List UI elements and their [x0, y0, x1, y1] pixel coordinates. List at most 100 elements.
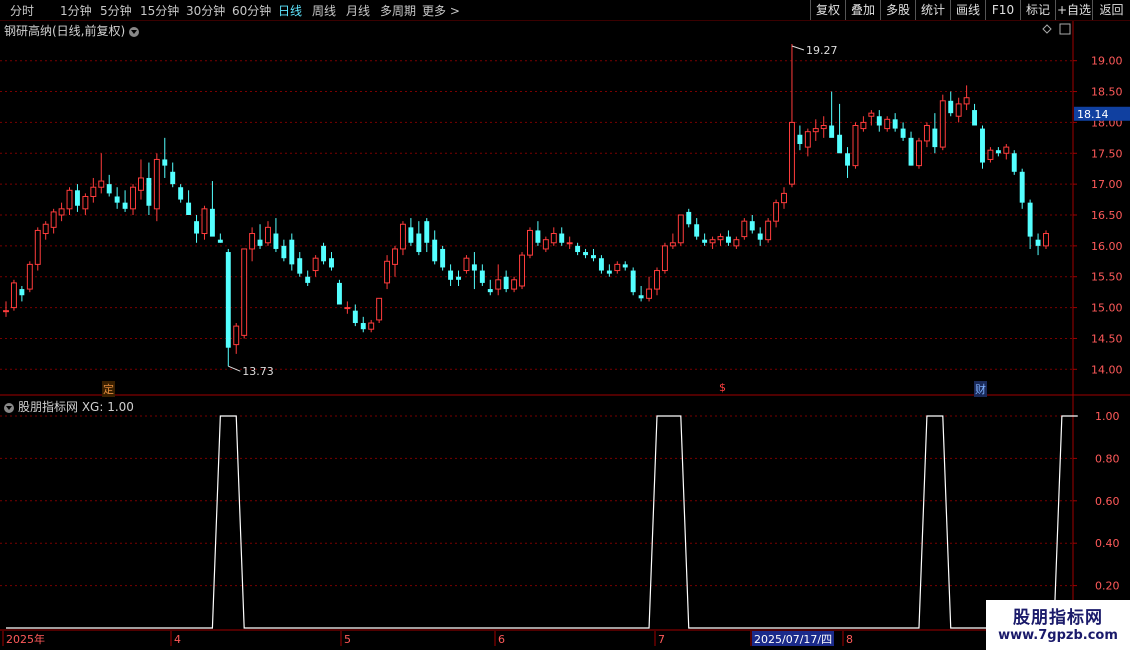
- candle-body-down: [281, 245, 287, 259]
- event-marker-text: 财: [975, 383, 986, 396]
- candle-body-down: [289, 239, 295, 265]
- candle-body-up: [376, 297, 383, 321]
- watermark-url: www.7gpzb.com: [998, 628, 1118, 643]
- candle-body-up: [26, 263, 33, 290]
- candle-body-down: [479, 270, 485, 283]
- candle-body-up: [868, 112, 875, 117]
- event-marker-ding[interactable]: 定: [102, 381, 115, 397]
- candle-body-down: [503, 276, 509, 290]
- candle-body-up: [241, 248, 248, 336]
- price-tick-label: 14.00: [1091, 363, 1123, 376]
- indicator-title: 股朋指标网 XG: 1.00: [4, 398, 134, 415]
- event-marker-dollar[interactable]: $: [718, 381, 727, 394]
- low-price-label: 13.73: [242, 365, 274, 378]
- candle-body-down: [876, 116, 882, 126]
- candle-body-down: [297, 258, 303, 274]
- chart-area: 19.0018.5018.0017.5017.0016.5016.0015.50…: [0, 21, 1130, 646]
- candle-body-down: [456, 276, 461, 280]
- candle-body-down: [122, 202, 128, 209]
- candle-body-down: [114, 196, 120, 203]
- candle-body-down: [19, 289, 25, 296]
- watermark-title: 股朋指标网: [1013, 608, 1103, 628]
- candle-body-down: [995, 150, 1001, 154]
- candle-body-up: [709, 239, 716, 244]
- candle-body-down: [106, 184, 112, 194]
- candle-body-down: [725, 236, 731, 243]
- candle-body-down: [178, 187, 184, 200]
- candle-body-up: [312, 257, 319, 272]
- price-tick-label: 17.00: [1091, 178, 1123, 191]
- candle-body-up: [677, 214, 684, 244]
- candle-body-down: [980, 128, 985, 163]
- candle-body-up: [923, 125, 930, 142]
- candle-body-down: [471, 264, 477, 271]
- candle-body-up: [884, 118, 891, 130]
- candle-body-up: [820, 125, 827, 130]
- price-tick-label: 15.50: [1091, 271, 1123, 284]
- candle-body-down: [837, 134, 843, 154]
- candle-body-down: [440, 248, 446, 268]
- candle-body-up: [3, 310, 9, 313]
- price-tick-label: 16.00: [1091, 240, 1123, 253]
- current-price-label: 18.14: [1077, 108, 1109, 121]
- candle-body-down: [305, 276, 311, 283]
- candle-body-up: [550, 233, 557, 244]
- candle-body-down: [217, 239, 223, 243]
- candle-body-up: [66, 189, 73, 210]
- price-tick-label: 19.00: [1091, 55, 1123, 68]
- candle-body-down: [170, 171, 176, 185]
- candle-body-down: [686, 211, 692, 225]
- time-axis-label: 2025/07/17/四: [754, 633, 832, 646]
- candle-body-up: [344, 307, 351, 310]
- candle-body-up: [1003, 146, 1010, 154]
- candle-body-up: [368, 322, 375, 330]
- candle-body-up: [939, 100, 946, 148]
- candle-body-up: [788, 121, 795, 185]
- candle-body-up: [34, 229, 41, 265]
- dropdown-icon[interactable]: [4, 402, 14, 413]
- indicator-tick-label: 0.80: [1095, 452, 1120, 465]
- candle-body-down: [932, 128, 938, 148]
- candle-body-up: [519, 254, 525, 287]
- indicator-tick-label: 1.00: [1095, 410, 1120, 423]
- candle-body-down: [559, 233, 565, 243]
- candle-body-down: [74, 190, 80, 206]
- candle-body-down: [694, 224, 700, 237]
- indicator-tick-label: 0.40: [1095, 537, 1120, 550]
- candle-body-down: [1019, 171, 1025, 203]
- candle-body-down: [630, 270, 636, 293]
- candle-body-up: [233, 325, 240, 346]
- candle-body-up: [765, 220, 772, 241]
- event-marker-cai[interactable]: 财: [974, 381, 987, 397]
- candle-body-down: [448, 270, 454, 280]
- candle-body-down: [432, 239, 438, 262]
- candle-body-up: [963, 97, 970, 105]
- candle-body-down: [892, 119, 898, 129]
- dropdown-icon[interactable]: [129, 26, 140, 37]
- candle-body-up: [463, 257, 470, 272]
- candle-body-up: [614, 263, 621, 272]
- candle-body-down: [972, 110, 978, 126]
- candle-body-down: [575, 245, 581, 253]
- time-axis-label: 6: [498, 633, 505, 646]
- candle-body-down: [186, 202, 192, 215]
- candle-body-up: [201, 208, 208, 235]
- candle-body-down: [416, 233, 422, 253]
- candle-body-up: [646, 288, 653, 299]
- candle-body-down: [900, 128, 906, 138]
- price-tick-label: 18.50: [1091, 86, 1123, 99]
- candle-body-down: [797, 134, 803, 145]
- candle-body-up: [804, 131, 811, 148]
- candle-body-up: [773, 202, 780, 222]
- stock-title-text: 钢研高纳(日线,前复权): [4, 24, 126, 38]
- indicator-title-text: 股朋指标网 XG: 1.00: [18, 400, 134, 414]
- event-marker-text: 定: [103, 383, 114, 396]
- candle-body-down: [757, 233, 763, 240]
- candle-body-up: [82, 195, 89, 210]
- panel-toggle-icon[interactable]: [1059, 23, 1071, 35]
- candle-body-down: [1011, 153, 1017, 172]
- time-axis-label: 8: [846, 633, 853, 646]
- candle-body-up: [733, 239, 740, 247]
- diamond-icon[interactable]: [1042, 24, 1052, 34]
- candle-body-down: [622, 264, 628, 268]
